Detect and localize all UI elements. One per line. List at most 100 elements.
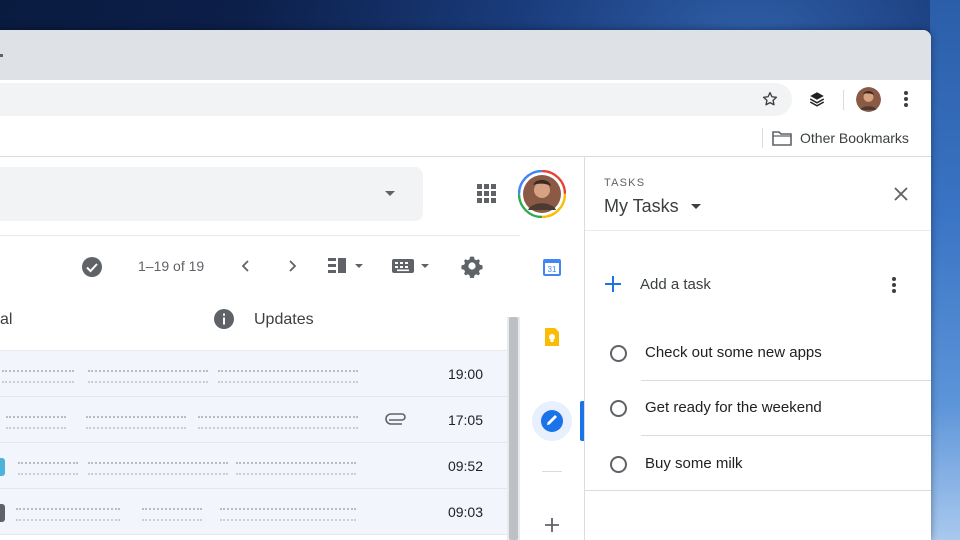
newer-button[interactable]	[236, 256, 256, 276]
browser-menu-button[interactable]	[893, 86, 919, 112]
table-row[interactable]: 17:05	[0, 397, 507, 443]
mail-list-toolbar: 1–19 of 19	[0, 235, 520, 288]
get-addons-button[interactable]	[532, 505, 572, 540]
redacted-preview	[86, 416, 186, 429]
task-list-name: My Tasks	[604, 195, 679, 216]
redacted-preview	[198, 416, 358, 429]
redacted-preview	[218, 370, 358, 383]
input-tools-button[interactable]	[391, 255, 433, 277]
browser-window: Other Bookmarks 1–19 of 19 al Updates 19…	[0, 30, 931, 540]
check-circle-icon	[82, 257, 102, 277]
scrollbar-thumb[interactable]	[509, 317, 518, 540]
mail-time: 17:05	[447, 412, 483, 428]
table-row[interactable]: 19:00	[0, 351, 507, 397]
gear-icon	[461, 256, 483, 279]
apps-grid-icon	[484, 184, 489, 189]
keep-icon	[545, 328, 559, 346]
tab-social[interactable]: al	[0, 311, 12, 329]
folder-icon	[772, 131, 792, 146]
keep-addon-button[interactable]	[532, 317, 572, 357]
close-tasks-button[interactable]	[890, 183, 912, 205]
add-task-label: Add a task	[640, 275, 711, 293]
table-row[interactable]: 09:03	[0, 489, 507, 535]
split-pane-button[interactable]	[326, 255, 366, 277]
gmail-app: 1–19 of 19 al Updates 19:00 17:05 09:52 …	[0, 157, 931, 540]
other-bookmarks-button[interactable]: Other Bookmarks	[772, 126, 909, 150]
tab-strip	[0, 30, 931, 80]
task-complete-checkbox[interactable]	[610, 345, 627, 362]
redacted-preview	[18, 462, 78, 475]
bookmarks-divider	[762, 128, 763, 148]
plus-icon	[605, 276, 621, 292]
task-title: Check out some new apps	[645, 344, 822, 361]
task-divider	[585, 490, 931, 491]
tasks-addon-button[interactable]	[532, 401, 572, 441]
attachment-icon	[385, 413, 409, 427]
label-chip	[0, 504, 5, 522]
redacted-preview	[88, 462, 228, 475]
apps-grid-icon	[484, 198, 489, 203]
search-bar[interactable]	[0, 167, 423, 221]
tab-updates[interactable]: Updates	[254, 311, 314, 329]
bookmarks-bar: Other Bookmarks	[0, 120, 931, 157]
task-item[interactable]: Check out some new apps	[585, 326, 931, 381]
redacted-preview	[16, 508, 120, 521]
apps-grid-icon	[477, 184, 482, 189]
pagination-text: 1–19 of 19	[138, 258, 205, 274]
calendar-day: 31	[548, 265, 557, 274]
mark-done-button[interactable]	[81, 256, 103, 278]
table-row[interactable]: 09:52	[0, 443, 507, 489]
layers-icon	[809, 92, 825, 107]
redacted-preview	[236, 462, 356, 475]
toolbar-divider	[843, 90, 844, 110]
desktop-wallpaper	[930, 0, 960, 540]
redacted-preview	[88, 370, 208, 383]
tasks-panel-title: TASKS	[604, 177, 646, 189]
label-chip	[0, 458, 5, 476]
close-icon	[894, 187, 908, 201]
redacted-preview	[2, 370, 74, 383]
chevron-right-icon	[289, 260, 297, 272]
star-icon	[762, 91, 778, 106]
bookmark-star-button[interactable]	[757, 86, 783, 112]
mail-time: 09:52	[447, 458, 483, 474]
apps-grid-icon	[491, 191, 496, 196]
more-vert-icon	[892, 277, 896, 293]
inbox-category-tabs: al Updates	[0, 288, 507, 351]
apps-grid-icon	[477, 191, 482, 196]
task-complete-checkbox[interactable]	[610, 400, 627, 417]
chevron-left-icon	[241, 260, 249, 272]
mail-list-scrollbar[interactable]	[507, 317, 520, 540]
tab-edge-icon	[0, 54, 3, 57]
tasks-icon	[541, 410, 563, 432]
settings-button[interactable]	[460, 254, 484, 279]
task-list-options-button[interactable]	[883, 273, 905, 297]
task-item[interactable]: Buy some milk	[585, 436, 931, 491]
task-item[interactable]: Get ready for the weekend	[585, 381, 931, 436]
tasks-header: TASKS My Tasks	[585, 157, 931, 231]
address-bar[interactable]	[0, 83, 792, 116]
task-list-selector[interactable]: My Tasks	[604, 193, 701, 219]
apps-grid-icon	[491, 198, 496, 203]
more-vert-icon	[904, 91, 908, 107]
mail-time: 19:00	[447, 366, 483, 382]
extension-button[interactable]	[804, 86, 830, 112]
apps-grid-icon	[484, 191, 489, 196]
info-icon	[214, 309, 234, 329]
older-button[interactable]	[282, 256, 302, 276]
side-panel-rail: 31	[520, 235, 584, 540]
browser-profile-button[interactable]	[856, 87, 881, 112]
rail-divider	[542, 471, 562, 472]
mail-time: 09:03	[447, 504, 483, 520]
browser-toolbar	[0, 80, 931, 120]
add-task-button[interactable]: Add a task	[604, 271, 864, 297]
redacted-preview	[6, 416, 66, 429]
calendar-addon-button[interactable]: 31	[532, 247, 572, 287]
task-title: Buy some milk	[645, 455, 743, 472]
redacted-preview	[142, 508, 202, 521]
search-options-icon[interactable]	[385, 191, 395, 196]
google-apps-button[interactable]	[474, 181, 500, 207]
keyboard-icon	[392, 259, 429, 273]
task-complete-checkbox[interactable]	[610, 456, 627, 473]
account-avatar-button[interactable]	[517, 169, 567, 219]
